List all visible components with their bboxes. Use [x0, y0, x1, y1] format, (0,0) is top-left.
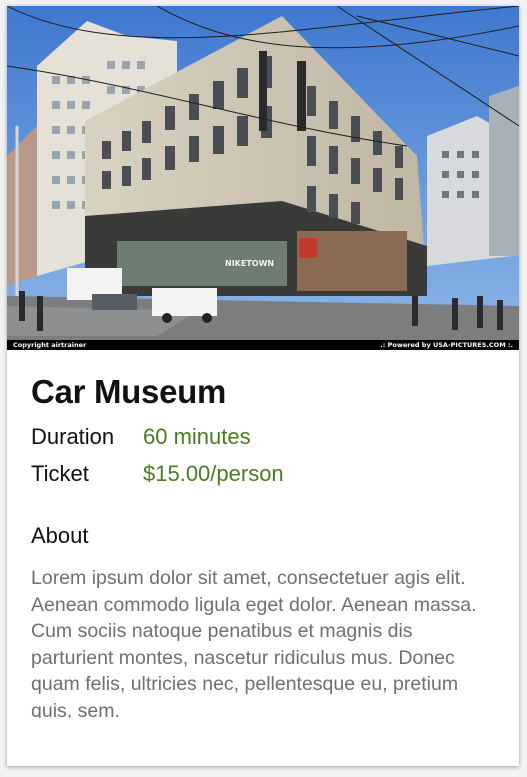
storefront-sign: NIKETOWN: [225, 259, 274, 268]
photo-credit-left: Copyright airtrainer: [13, 341, 87, 349]
hero-image: NIKETOWN Copyright airtrainer .: Powered…: [7, 6, 519, 350]
photo-credit-right: .: Powered by USA-PICTURES.COM :.: [380, 341, 513, 349]
place-title: Car Museum: [31, 373, 227, 410]
photo-credit-bar: Copyright airtrainer .: Powered by USA-P…: [7, 340, 519, 350]
ticket-label: Ticket: [31, 461, 89, 486]
about-text: Lorem ipsum dolor sit amet, consectetuer…: [31, 567, 477, 718]
duration-value: 60 minutes: [143, 424, 251, 449]
duration-label: Duration: [31, 424, 115, 449]
about-heading: About: [31, 523, 89, 548]
place-detail-card: NIKETOWN Copyright airtrainer .: Powered…: [7, 6, 519, 766]
hero-photo-illustration: NIKETOWN: [7, 6, 519, 350]
ticket-value: $15.00/person: [143, 461, 284, 486]
